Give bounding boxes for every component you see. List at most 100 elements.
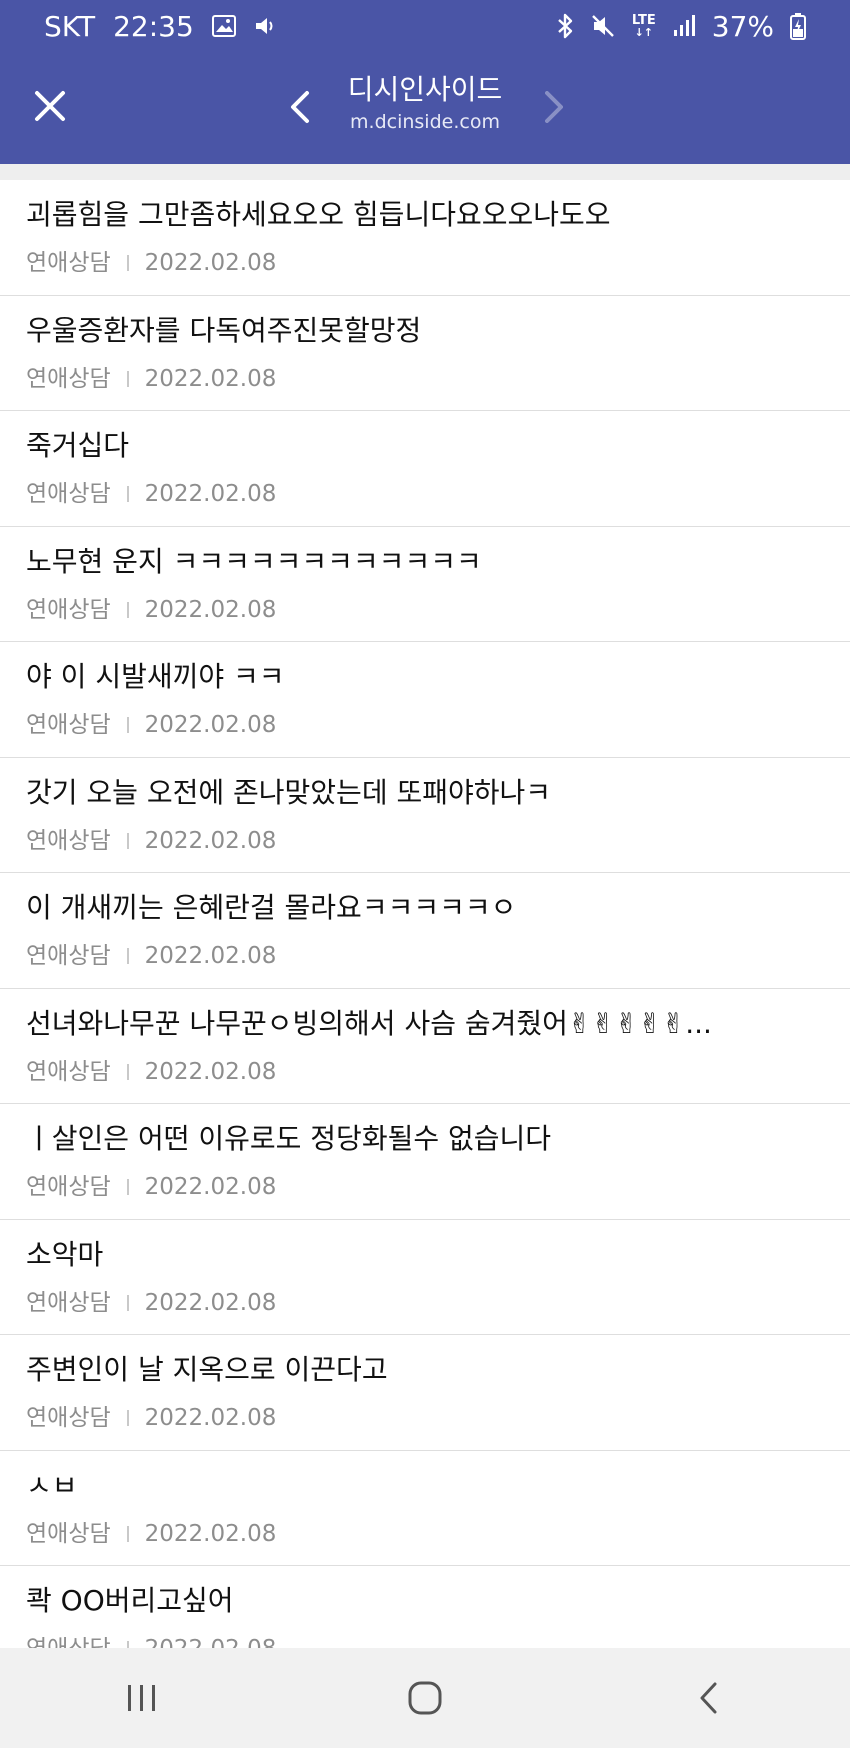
post-category: 연애상담 bbox=[26, 365, 111, 392]
system-nav-bar bbox=[0, 1648, 850, 1748]
back-arrow-icon bbox=[291, 91, 309, 123]
meta-divider bbox=[126, 717, 129, 733]
post-title: 야 이 시발새끼야 ㅋㅋ bbox=[26, 660, 285, 693]
post-category: 연애상담 bbox=[26, 1174, 111, 1200]
system-back-button[interactable] bbox=[648, 1663, 768, 1733]
post-date: 2022.02.08 bbox=[144, 596, 277, 623]
close-button[interactable] bbox=[28, 84, 72, 128]
post-category: 연애상담 bbox=[26, 1634, 111, 1648]
home-icon bbox=[408, 1681, 442, 1715]
post-title: ㅣ살인은 어떤 이유로도 정당화될수 없습니다 bbox=[26, 1122, 552, 1155]
post-title: 노무현 운지 ㅋㅋㅋㅋㅋㅋㅋㅋㅋㅋㅋㅋ bbox=[26, 544, 482, 578]
meta-divider bbox=[126, 1294, 129, 1311]
bluetooth-icon bbox=[556, 13, 574, 39]
post-list-item[interactable]: 소악마연애상담 2022.02.08 bbox=[0, 1220, 850, 1335]
post-meta: 연애상담 2022.02.08 bbox=[26, 595, 824, 625]
post-title: 콱 OO버리고싶어 bbox=[26, 1584, 234, 1617]
post-list-item[interactable]: 콱 OO버리고싶어연애상담 2022.02.08 bbox=[0, 1566, 850, 1648]
post-list-item[interactable]: 갓기 오늘 오전에 존나맞았는데 또패야하나ㅋ 연애상담 2022.02.08 bbox=[0, 758, 850, 873]
mute-icon bbox=[590, 13, 616, 39]
carrier-label: SKT bbox=[44, 9, 96, 43]
post-meta: 연애상담 2022.02.08 bbox=[26, 1172, 824, 1202]
post-list-item[interactable]: 주변인이 날 지옥으로 이끈다고연애상담 2022.02.08 bbox=[0, 1335, 850, 1451]
meta-divider bbox=[126, 1641, 129, 1648]
browser-header: 디시인사이드 m.dcinside.com bbox=[0, 52, 850, 164]
back-icon bbox=[700, 1682, 717, 1714]
post-category: 연애상담 bbox=[26, 827, 111, 854]
post-date: 2022.02.08 bbox=[144, 1174, 277, 1200]
post-date: 2022.02.08 bbox=[144, 481, 277, 507]
post-category: 연애상담 bbox=[26, 1289, 111, 1316]
recent-apps-button[interactable] bbox=[82, 1663, 202, 1733]
meta-divider bbox=[126, 832, 129, 849]
post-title: 괴롭힘을 그만좀하세요오오 힘듭니다요오오나도오 bbox=[26, 198, 611, 231]
post-meta: 연애상담 2022.02.08 bbox=[26, 1288, 824, 1318]
post-category: 연애상담 bbox=[26, 943, 111, 969]
home-button[interactable] bbox=[365, 1663, 485, 1733]
post-meta: 연애상담 2022.02.08 bbox=[26, 1057, 824, 1087]
post-category: 연애상담 bbox=[26, 250, 111, 276]
meta-divider bbox=[126, 948, 129, 964]
post-list-item[interactable]: 이 개새끼는 은혜란걸 몰라요ㅋㅋㅋㅋㅋㅇ 연애상담 2022.02.08 bbox=[0, 873, 850, 989]
post-title: 주변인이 날 지옥으로 이끈다고 bbox=[26, 1353, 388, 1386]
post-list-item[interactable]: 우울증환자를 다독여주진못할망정연애상담 2022.02.08 bbox=[0, 296, 850, 411]
post-meta: 연애상담 2022.02.08 bbox=[26, 941, 824, 971]
meta-divider bbox=[126, 370, 129, 387]
post-category: 연애상담 bbox=[26, 1520, 111, 1547]
meta-divider bbox=[126, 601, 129, 618]
post-meta: 연애상담 2022.02.08 bbox=[26, 826, 824, 856]
post-category: 연애상담 bbox=[26, 712, 111, 738]
volume-icon bbox=[254, 15, 278, 37]
post-list-item[interactable]: ㅣ살인은 어떤 이유로도 정당화될수 없습니다연애상담 2022.02.08 bbox=[0, 1104, 850, 1220]
post-date: 2022.02.08 bbox=[144, 827, 277, 854]
post-date: 2022.02.08 bbox=[144, 712, 277, 738]
post-date: 2022.02.08 bbox=[144, 365, 277, 392]
post-meta: 연애상담 2022.02.08 bbox=[26, 1403, 824, 1433]
status-left: SKT 22:35 bbox=[44, 10, 278, 43]
post-title: ㅅㅂ bbox=[26, 1468, 78, 1502]
post-meta: 연애상담 2022.02.08 bbox=[26, 364, 824, 394]
post-list-item[interactable]: 야 이 시발새끼야 ㅋㅋ 연애상담 2022.02.08 bbox=[0, 642, 850, 758]
post-date: 2022.02.08 bbox=[144, 250, 277, 276]
post-date: 2022.02.08 bbox=[144, 943, 277, 969]
post-list-item[interactable]: ㅅㅂ 연애상담 2022.02.08 bbox=[0, 1451, 850, 1566]
site-title: 디시인사이드 bbox=[347, 73, 503, 106]
post-meta: 연애상담 2022.02.08 bbox=[26, 248, 824, 278]
post-list: 괴롭힘을 그만좀하세요오오 힘듭니다요오오나도오 연애상담 2022.02.08 우울… bbox=[0, 180, 850, 1648]
post-date: 2022.02.08 bbox=[144, 1289, 277, 1316]
forward-arrow-icon bbox=[545, 91, 563, 123]
post-meta: 연애상담 2022.02.08 bbox=[26, 1519, 824, 1549]
close-icon bbox=[35, 91, 65, 121]
post-category: 연애상담 bbox=[26, 1058, 111, 1085]
post-title: 갓기 오늘 오전에 존나맞았는데 또패야하나ㅋ bbox=[26, 775, 552, 809]
recent-apps-icon bbox=[127, 1685, 155, 1711]
post-category: 연애상담 bbox=[26, 481, 111, 507]
signal-icon bbox=[672, 14, 696, 38]
post-meta: 연애상담 2022.02.08 bbox=[26, 479, 824, 509]
site-url: m.dcinside.com bbox=[350, 111, 500, 133]
post-list-item[interactable]: 죽거십다 연애상담 2022.02.08 bbox=[0, 411, 850, 527]
browser-forward-button[interactable] bbox=[534, 85, 574, 129]
meta-divider bbox=[126, 1179, 129, 1195]
clock: 22:35 bbox=[113, 9, 194, 43]
post-list-item[interactable]: 괴롭힘을 그만좀하세요오오 힘듭니다요오오나도오연애상담 2022.02.08 bbox=[0, 180, 850, 296]
status-right: LTE ↓↑ 37% bbox=[556, 10, 806, 43]
post-date: 2022.02.08 bbox=[145, 1634, 277, 1648]
meta-divider bbox=[126, 1410, 129, 1426]
post-title: 이 개새끼는 은혜란걸 몰라요ㅋㅋㅋㅋㅋㅇ bbox=[26, 891, 517, 924]
battery-percent: 37% bbox=[711, 9, 774, 43]
post-title: 우울증환자를 다독여주진못할망정 bbox=[26, 313, 422, 347]
post-title: 소악마 bbox=[26, 1237, 104, 1271]
post-meta: 연애상담 2022.02.08 bbox=[26, 710, 824, 740]
browser-back-button[interactable] bbox=[280, 85, 320, 129]
post-meta: 연애상담 2022.02.08 bbox=[26, 1634, 824, 1648]
post-list-item[interactable]: 노무현 운지 ㅋㅋㅋㅋㅋㅋㅋㅋㅋㅋㅋㅋ 연애상담 2022.02.08 bbox=[0, 527, 850, 642]
meta-divider bbox=[126, 486, 129, 502]
post-date: 2022.02.08 bbox=[144, 1520, 277, 1547]
post-list-item[interactable]: 선녀와나무꾼 나무꾼ㅇ빙의해서 사슴 숨겨줬어✌✌✌✌✌... 연애상담 2022.… bbox=[0, 989, 850, 1104]
post-date: 2022.02.08 bbox=[144, 1405, 277, 1431]
post-category: 연애상담 bbox=[26, 596, 111, 623]
battery-charging-icon bbox=[790, 12, 806, 40]
meta-divider bbox=[126, 1063, 129, 1080]
content-top-divider bbox=[0, 164, 850, 180]
